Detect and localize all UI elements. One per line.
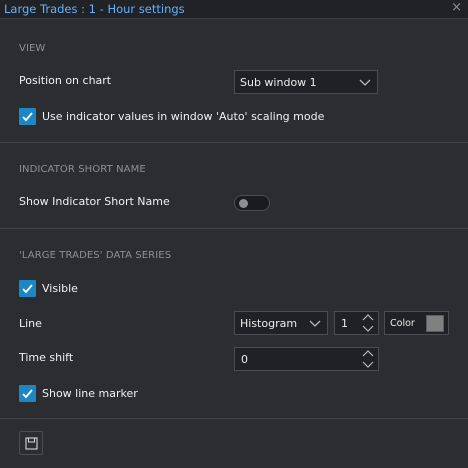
section-header-short-name: INDICATOR SHORT NAME — [19, 164, 146, 175]
visible-checkbox[interactable] — [19, 280, 36, 297]
line-width-stepper[interactable]: 1 — [334, 311, 379, 335]
position-on-chart-select[interactable]: Sub window 1 — [234, 70, 378, 94]
auto-scaling-checkbox[interactable] — [19, 108, 36, 125]
line-type-value: Histogram — [240, 317, 298, 330]
close-icon[interactable]: × — [451, 0, 462, 15]
line-label: Line — [19, 317, 42, 330]
chevron-down-icon — [309, 320, 321, 327]
line-width-value: 1 — [341, 317, 348, 330]
visible-label: Visible — [42, 282, 78, 295]
checkmark-icon — [22, 389, 33, 399]
time-shift-stepper[interactable]: 0 — [234, 347, 379, 371]
divider — [0, 228, 468, 229]
color-swatch — [426, 315, 444, 332]
save-icon — [25, 437, 38, 450]
section-header-data-series: 'LARGE TRADES' DATA SERIES — [19, 250, 172, 261]
title-bar: Large Trades : 1 - Hour settings × — [0, 0, 468, 19]
checkmark-icon — [22, 284, 33, 294]
spinner-arrows-icon[interactable] — [362, 349, 374, 369]
show-line-marker-checkbox[interactable] — [19, 385, 36, 402]
color-label: Color — [390, 318, 415, 329]
time-shift-value: 0 — [241, 353, 248, 366]
spinner-arrows-icon[interactable] — [362, 313, 374, 333]
line-type-select[interactable]: Histogram — [234, 311, 328, 335]
time-shift-label: Time shift — [19, 351, 74, 364]
save-button[interactable] — [19, 431, 43, 455]
divider — [0, 418, 468, 419]
divider — [0, 142, 468, 143]
auto-scaling-label: Use indicator values in window 'Auto' sc… — [42, 110, 325, 123]
chevron-down-icon — [359, 79, 371, 86]
color-picker-button[interactable]: Color — [384, 311, 449, 335]
show-line-marker-label: Show line marker — [42, 387, 138, 400]
window-title: Large Trades : 1 - Hour settings — [4, 2, 185, 16]
section-header-view: VIEW — [19, 43, 46, 54]
show-short-name-label: Show Indicator Short Name — [19, 195, 170, 208]
position-on-chart-label: Position on chart — [19, 74, 112, 87]
checkmark-icon — [22, 112, 33, 122]
toggle-knob — [239, 199, 248, 208]
show-short-name-toggle[interactable] — [234, 195, 270, 211]
position-on-chart-value: Sub window 1 — [240, 76, 317, 89]
